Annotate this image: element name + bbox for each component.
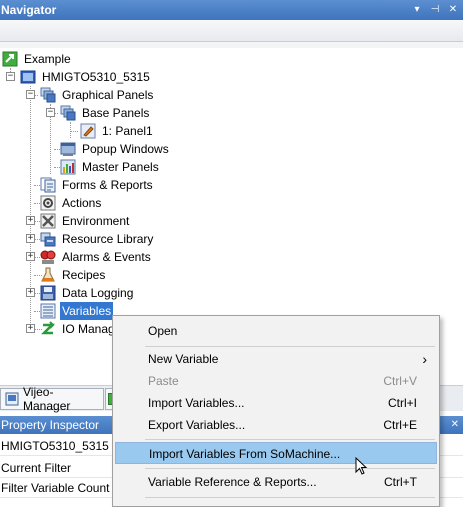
recipes-flask-icon (40, 267, 56, 283)
pin-icon[interactable]: ⊣ (429, 0, 441, 20)
panels-icon (40, 87, 56, 103)
alarms-events-icon (40, 249, 56, 265)
tree-node-base-panels[interactable]: Base Panels (60, 104, 151, 122)
context-menu: Open New Variable › Paste Ctrl+V Import … (112, 315, 440, 507)
mouse-cursor-icon (355, 457, 368, 475)
submenu-arrow-icon: › (422, 351, 427, 367)
vijeo-manager-icon (5, 392, 19, 406)
menu-separator (145, 439, 435, 440)
tree-node-io-manager[interactable]: IO Manag (40, 320, 117, 338)
tab-vijeo-manager-label: Vijeo-Manager (23, 385, 71, 413)
environment-tools-icon (40, 213, 56, 229)
expand-toggle[interactable]: + (26, 216, 35, 225)
tree-node-alarms-events[interactable]: Alarms & Events (40, 248, 153, 266)
menu-item-open[interactable]: Open (115, 320, 437, 342)
resource-library-icon (40, 231, 56, 247)
menu-separator (145, 468, 435, 469)
tree-node-example[interactable]: Example (2, 50, 73, 68)
expand-toggle[interactable]: + (26, 288, 35, 297)
collapse-toggle[interactable]: − (46, 108, 55, 117)
navigator-titlebar: Navigator ▾ ⊣ ✕ (0, 0, 463, 20)
variables-list-icon (40, 303, 56, 319)
tree-node-variables[interactable]: Variables (40, 302, 114, 320)
menu-item-variable-reference-reports[interactable]: Variable Reference & Reports... Ctrl+T (115, 471, 437, 493)
menu-item-new-variable[interactable]: New Variable › (115, 348, 437, 370)
tree-node-forms-reports[interactable]: Forms & Reports (40, 176, 155, 194)
property-name: Current Filter (1, 461, 72, 475)
expand-toggle[interactable]: + (26, 324, 35, 333)
menu-item-import-variables[interactable]: Import Variables... Ctrl+I (115, 392, 437, 414)
data-logging-icon (40, 285, 56, 301)
menu-item-import-from-somachine[interactable]: Import Variables From SoMachine... (115, 442, 437, 464)
tree-node-resource-library[interactable]: Resource Library (40, 230, 155, 248)
popup-window-icon (60, 141, 76, 157)
dropdown-icon[interactable]: ▾ (411, 0, 423, 20)
panels-icon (60, 105, 76, 121)
property-name: HMIGTO5310_5315 (1, 439, 109, 453)
expand-toggle[interactable]: + (26, 234, 35, 243)
menu-item-paste[interactable]: Paste Ctrl+V (115, 370, 437, 392)
master-panel-icon (60, 159, 76, 175)
project-icon (2, 51, 18, 67)
collapse-toggle[interactable]: − (26, 90, 35, 99)
tree-node-recipes[interactable]: Recipes (40, 266, 107, 284)
property-inspector-title: Property Inspector (1, 418, 100, 432)
tree-node-master-panels[interactable]: Master Panels (60, 158, 161, 176)
close-icon[interactable]: ✕ (451, 416, 459, 434)
tree-node-actions[interactable]: Actions (40, 194, 103, 212)
hmi-target-icon (20, 69, 36, 85)
menu-separator (145, 346, 435, 347)
tree-node-data-logging[interactable]: Data Logging (40, 284, 135, 302)
panel-edit-icon (80, 123, 96, 139)
property-name: Filter Variable Count (1, 481, 110, 495)
tree-node-popup-windows[interactable]: Popup Windows (60, 140, 171, 158)
actions-gear-icon (40, 195, 56, 211)
forms-reports-icon (40, 177, 56, 193)
tree-node-hmi-target[interactable]: HMIGTO5310_5315 (20, 68, 152, 86)
tree-node-environment[interactable]: Environment (40, 212, 131, 230)
tree-node-graphical-panels[interactable]: Graphical Panels (40, 86, 155, 104)
menu-separator (145, 497, 435, 498)
navigator-toolbar (0, 20, 463, 42)
close-icon[interactable]: ✕ (447, 0, 459, 20)
tree-node-panel1[interactable]: 1: Panel1 (80, 122, 155, 140)
expand-toggle[interactable]: + (26, 252, 35, 261)
menu-item-export-variables[interactable]: Export Variables... Ctrl+E (115, 414, 437, 436)
tab-vijeo-manager[interactable]: Vijeo-Manager (0, 385, 104, 413)
navigator-title: Navigator (1, 3, 57, 17)
collapse-toggle[interactable]: − (6, 72, 15, 81)
io-manager-icon (40, 321, 56, 337)
